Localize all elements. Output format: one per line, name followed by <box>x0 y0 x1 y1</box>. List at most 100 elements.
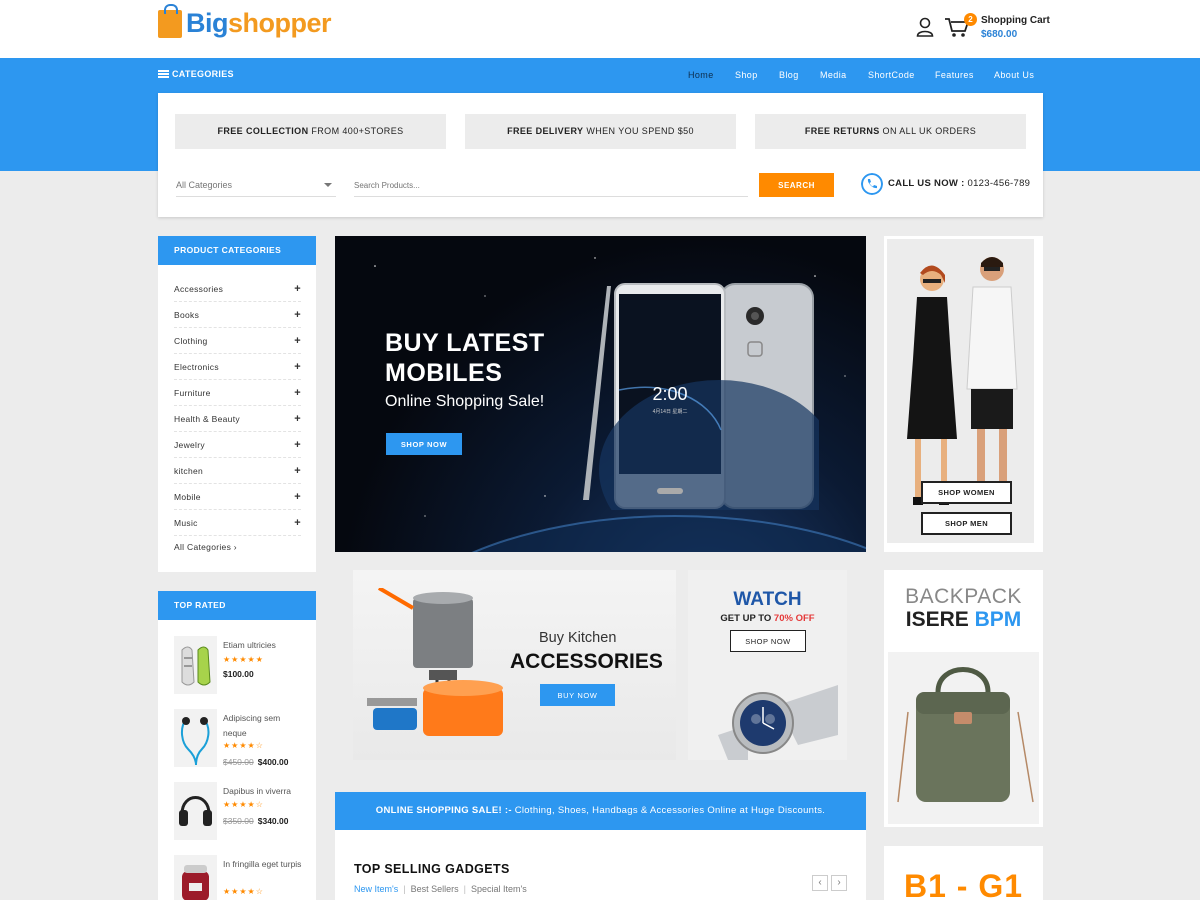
logo-text-shopper: shopper <box>228 8 332 38</box>
nav-link-about-us[interactable]: About Us <box>994 70 1034 80</box>
product-thumbnail-shoes[interactable] <box>174 636 217 694</box>
cart-count-badge: 2 <box>964 13 977 26</box>
star-rating: ★★★★☆ <box>223 741 264 750</box>
chevron-right-icon[interactable]: › <box>831 875 847 891</box>
caret-down-icon <box>324 183 332 187</box>
plus-icon[interactable]: + <box>294 458 301 484</box>
category-item-mobile[interactable]: Mobile + <box>174 484 301 510</box>
tab-special-items[interactable]: Special Item's <box>471 884 527 894</box>
phone-icon <box>861 173 883 195</box>
shopping-bag-logo-icon <box>158 3 182 38</box>
logo-text-big: Big <box>186 8 229 38</box>
category-item-clothing[interactable]: Clothing + <box>174 328 301 354</box>
hero-banner[interactable]: 2:00 4月14日 星期二 BUY LATEST MOBILES Online… <box>335 236 866 552</box>
product-thumbnail-headphones[interactable] <box>174 782 217 840</box>
top-rated-name[interactable]: Etiam ultricies <box>223 638 303 653</box>
product-thumbnail-earphones[interactable] <box>174 709 217 767</box>
product-thumbnail-rice-cooker[interactable] <box>174 855 217 900</box>
kitchen-banner[interactable]: Buy Kitchen ACCESSORIES BUY NOW <box>353 570 676 760</box>
call-us-label: CALL US NOW : <box>888 178 965 189</box>
backpack-banner[interactable]: BACKPACK ISERE BPM <box>884 570 1043 827</box>
category-item-furniture[interactable]: Furniture + <box>174 380 301 406</box>
nav-link-blog[interactable]: Blog <box>779 70 799 80</box>
nav-link-media[interactable]: Media <box>820 70 847 80</box>
plus-icon[interactable]: + <box>294 328 301 354</box>
top-rated-title: TOP RATED <box>158 591 316 620</box>
category-select[interactable]: All Categories <box>176 175 336 197</box>
search-button[interactable]: SEARCH <box>759 173 834 197</box>
top-rated-item[interactable]: Etiam ultricies ★★★★★ $100.00 <box>174 636 304 698</box>
category-select-value: All Categories <box>176 180 233 190</box>
old-price: $450.00 <box>223 757 254 767</box>
gadgets-tabs: New Item's | Best Sellers | Special Item's <box>354 884 527 894</box>
old-price: $350.00 <box>223 816 254 826</box>
plus-icon[interactable]: + <box>294 302 301 328</box>
top-rated-name[interactable]: In fringilla eget turpis <box>223 857 303 872</box>
plus-icon[interactable]: + <box>294 510 301 536</box>
plus-icon[interactable]: + <box>294 354 301 380</box>
category-item-music[interactable]: Music + <box>174 510 301 536</box>
kitchen-subtitle: Buy Kitchen <box>539 630 617 646</box>
category-item-health-beauty[interactable]: Health & Beauty + <box>174 406 301 432</box>
phone-clock: 2:00 <box>652 384 687 404</box>
hero-shop-now-button[interactable]: SHOP NOW <box>386 433 462 455</box>
top-rated-name[interactable]: Dapibus in viverra <box>223 784 303 799</box>
nav-link-shortcode[interactable]: ShortCode <box>868 70 915 80</box>
watch-shop-now-button[interactable]: SHOP NOW <box>730 630 806 652</box>
plus-icon[interactable]: + <box>294 380 301 406</box>
shop-men-button[interactable]: SHOP MEN <box>921 512 1012 535</box>
backpack-image <box>888 652 1039 824</box>
sale-announcement-bar: ONLINE SHOPPING SALE! :- Clothing, Shoes… <box>335 792 866 830</box>
top-rated-price: $100.00 <box>223 669 254 679</box>
watch-banner[interactable]: WATCH GET UP TO 70% OFF SHOP NOW <box>688 570 847 760</box>
nav-link-shop[interactable]: Shop <box>735 70 758 80</box>
phone-date: 4月14日 星期二 <box>653 409 688 415</box>
promo-search-panel: FREE COLLECTION FROM 400+STORES FREE DEL… <box>158 93 1043 217</box>
cart-label[interactable]: Shopping Cart <box>981 15 1050 26</box>
plus-icon[interactable]: + <box>294 484 301 510</box>
top-rated-name[interactable]: Adipiscing sem neque <box>223 711 303 741</box>
buy-one-get-one-banner[interactable]: B1 - G1 <box>884 846 1043 900</box>
category-item-books[interactable]: Books + <box>174 302 301 328</box>
watch-title: WATCH <box>733 589 802 610</box>
main-nav: Home Shop Blog Media ShortCode Features … <box>0 70 1200 82</box>
header: Bigshopper 2 Shopping Cart $680.00 <box>0 0 1200 58</box>
b1-g1-text: B1 - G1 <box>903 868 1024 900</box>
category-item-kitchen[interactable]: kitchen + <box>174 458 301 484</box>
logo[interactable]: Bigshopper <box>158 3 332 39</box>
tab-best-sellers[interactable]: Best Sellers <box>411 884 459 894</box>
category-item-jewelry[interactable]: Jewelry + <box>174 432 301 458</box>
shop-women-button[interactable]: SHOP WOMEN <box>921 481 1012 504</box>
plus-icon[interactable]: + <box>294 432 301 458</box>
backpack-title-line1: BACKPACK <box>905 585 1022 608</box>
product-categories-title: PRODUCT CATEGORIES <box>158 236 316 265</box>
plus-icon[interactable]: + <box>294 276 301 302</box>
tab-new-items[interactable]: New Item's <box>354 884 398 894</box>
category-item-accessories[interactable]: Accessories + <box>174 276 301 302</box>
top-rated-widget: TOP RATED Etiam ultricies ★★★★★ $100.00 … <box>158 591 316 900</box>
smartphone-image: 2:00 4月14日 星期二 <box>583 283 819 510</box>
kitchen-buy-now-button[interactable]: BUY NOW <box>540 684 615 706</box>
chevron-left-icon[interactable]: ‹ <box>812 875 828 891</box>
nav-link-features[interactable]: Features <box>935 70 974 80</box>
top-rated-price: $450.00 $400.00 <box>223 757 289 767</box>
star-rating: ★★★★★ <box>223 655 264 664</box>
plus-icon[interactable]: + <box>294 406 301 432</box>
all-categories-link[interactable]: All Categories › <box>174 542 237 552</box>
handbag-image <box>888 652 1039 824</box>
fashion-image[interactable]: SHOP WOMEN SHOP MEN <box>887 239 1034 543</box>
hero-subtitle: Online Shopping Sale! <box>385 393 545 410</box>
gadgets-title: TOP SELLING GADGETS <box>354 862 510 876</box>
call-us-number: 0123-456-789 <box>964 178 1031 189</box>
top-rated-item[interactable]: Dapibus in viverra ★★★★☆ $350.00 $340.00 <box>174 782 304 844</box>
category-item-electronics[interactable]: Electronics + <box>174 354 301 380</box>
top-rated-item[interactable]: Adipiscing sem neque ★★★★☆ $450.00 $400.0… <box>174 709 304 771</box>
kitchen-title: ACCESSORIES <box>510 650 663 673</box>
user-account-icon[interactable] <box>916 17 934 37</box>
top-rated-item[interactable]: In fringilla eget turpis ★★★★☆ <box>174 855 304 900</box>
search-input[interactable] <box>354 175 748 197</box>
hero-title: BUY LATEST MOBILES <box>385 329 545 387</box>
top-selling-gadgets-section: TOP SELLING GADGETS New Item's | Best Sell… <box>335 830 866 900</box>
nav-link-home[interactable]: Home <box>688 70 714 80</box>
call-us: CALL US NOW : 0123-456-789 <box>888 178 1030 189</box>
